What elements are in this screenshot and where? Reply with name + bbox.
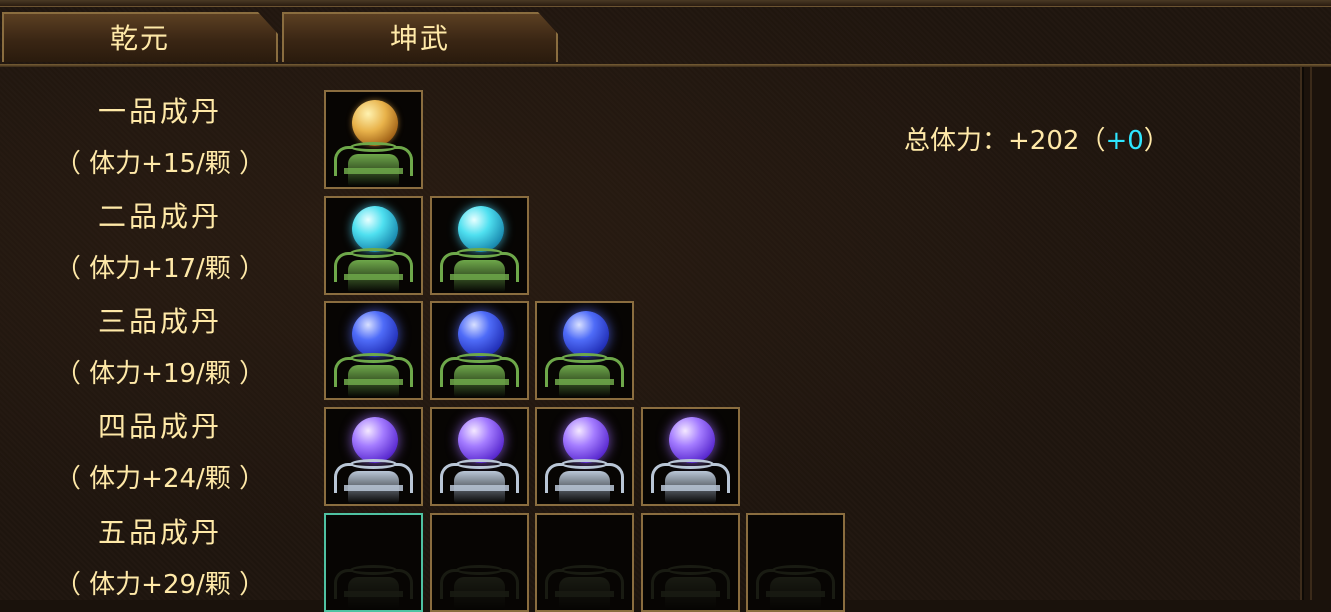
bonus-label: （ 体力+15/颗 ） xyxy=(54,149,266,179)
total-stamina: 总体力：+202（+0） xyxy=(904,120,1170,157)
grade-label: 三品成丹 xyxy=(97,305,222,338)
pill-slot-blue[interactable] xyxy=(324,301,423,400)
row-label-4: 四品成丹 （ 体力+24/颗 ） xyxy=(40,407,280,499)
blue-orb-icon xyxy=(352,311,398,357)
row-label-3: 三品成丹 （ 体力+19/颗 ） xyxy=(40,302,280,394)
purple-orb-icon xyxy=(563,417,609,463)
total-close-paren: ） xyxy=(1143,126,1170,156)
grade-label: 五品成丹 xyxy=(97,516,222,549)
bonus-label: （ 体力+24/颗 ） xyxy=(54,464,266,494)
pill-panel: 乾元 坤武 一品成丹 （ 体力+15/颗 ） 二品成丹 （ 体力+17/颗 ） … xyxy=(0,0,1331,612)
bonus-label: （ 体力+29/颗 ） xyxy=(54,570,266,600)
pill-slot-blue[interactable] xyxy=(535,301,634,400)
grade-label: 四品成丹 xyxy=(97,410,222,443)
tab-divider xyxy=(0,64,1331,67)
cyan-orb-icon xyxy=(458,206,504,252)
pill-slot-cyan[interactable] xyxy=(324,196,423,295)
pill-stand-icon xyxy=(438,459,521,504)
pill-stand-icon xyxy=(332,353,415,398)
tab-kunwu[interactable]: 坤武 xyxy=(282,12,558,62)
pill-slot-gold[interactable] xyxy=(324,90,423,189)
pill-slot-blue[interactable] xyxy=(430,301,529,400)
cyan-orb-icon xyxy=(352,206,398,252)
grade-label: 二品成丹 xyxy=(97,200,222,233)
pill-stand-icon xyxy=(543,565,626,610)
pill-slot-purple[interactable] xyxy=(535,407,634,506)
pill-stand-icon xyxy=(332,565,415,610)
purple-orb-icon xyxy=(352,417,398,463)
row-label-1: 一品成丹 （ 体力+15/颗 ） xyxy=(40,92,280,184)
pill-stand-icon xyxy=(754,565,837,610)
total-value: +202 xyxy=(1008,126,1080,156)
pill-stand-icon xyxy=(438,565,521,610)
pill-slot-empty[interactable] xyxy=(430,513,529,612)
pill-stand-icon xyxy=(438,353,521,398)
pill-stand-icon xyxy=(649,459,732,504)
pill-slot-purple[interactable] xyxy=(430,407,529,506)
top-border xyxy=(0,0,1331,7)
pill-stand-icon xyxy=(438,248,521,293)
gold-orb-icon xyxy=(352,100,398,146)
pill-slot-purple[interactable] xyxy=(324,407,423,506)
bonus-label: （ 体力+19/颗 ） xyxy=(54,359,266,389)
total-label: 总体力： xyxy=(904,126,1009,156)
grade-label: 一品成丹 xyxy=(97,95,222,128)
bonus-label: （ 体力+17/颗 ） xyxy=(54,254,266,284)
purple-orb-icon xyxy=(458,417,504,463)
blue-orb-icon xyxy=(458,311,504,357)
total-open-paren: （ xyxy=(1079,126,1106,156)
pill-slot-empty[interactable] xyxy=(746,513,845,612)
scrollbar-track[interactable] xyxy=(1300,67,1331,600)
pill-slot-purple[interactable] xyxy=(641,407,740,506)
purple-orb-icon xyxy=(669,417,715,463)
pill-stand-icon xyxy=(543,353,626,398)
row-label-2: 二品成丹 （ 体力+17/颗 ） xyxy=(40,197,280,289)
pill-slot-empty-selected[interactable] xyxy=(324,513,423,612)
pill-slot-empty[interactable] xyxy=(535,513,634,612)
pill-stand-icon xyxy=(332,459,415,504)
pill-slot-empty[interactable] xyxy=(641,513,740,612)
pill-stand-icon xyxy=(543,459,626,504)
total-extra: +0 xyxy=(1105,126,1144,156)
pill-stand-icon xyxy=(332,142,415,187)
pill-slot-cyan[interactable] xyxy=(430,196,529,295)
row-label-5: 五品成丹 （ 体力+29/颗 ） xyxy=(40,513,280,605)
pill-stand-icon xyxy=(649,565,732,610)
pill-stand-icon xyxy=(332,248,415,293)
blue-orb-icon xyxy=(563,311,609,357)
tab-qianyuan[interactable]: 乾元 xyxy=(2,12,278,62)
